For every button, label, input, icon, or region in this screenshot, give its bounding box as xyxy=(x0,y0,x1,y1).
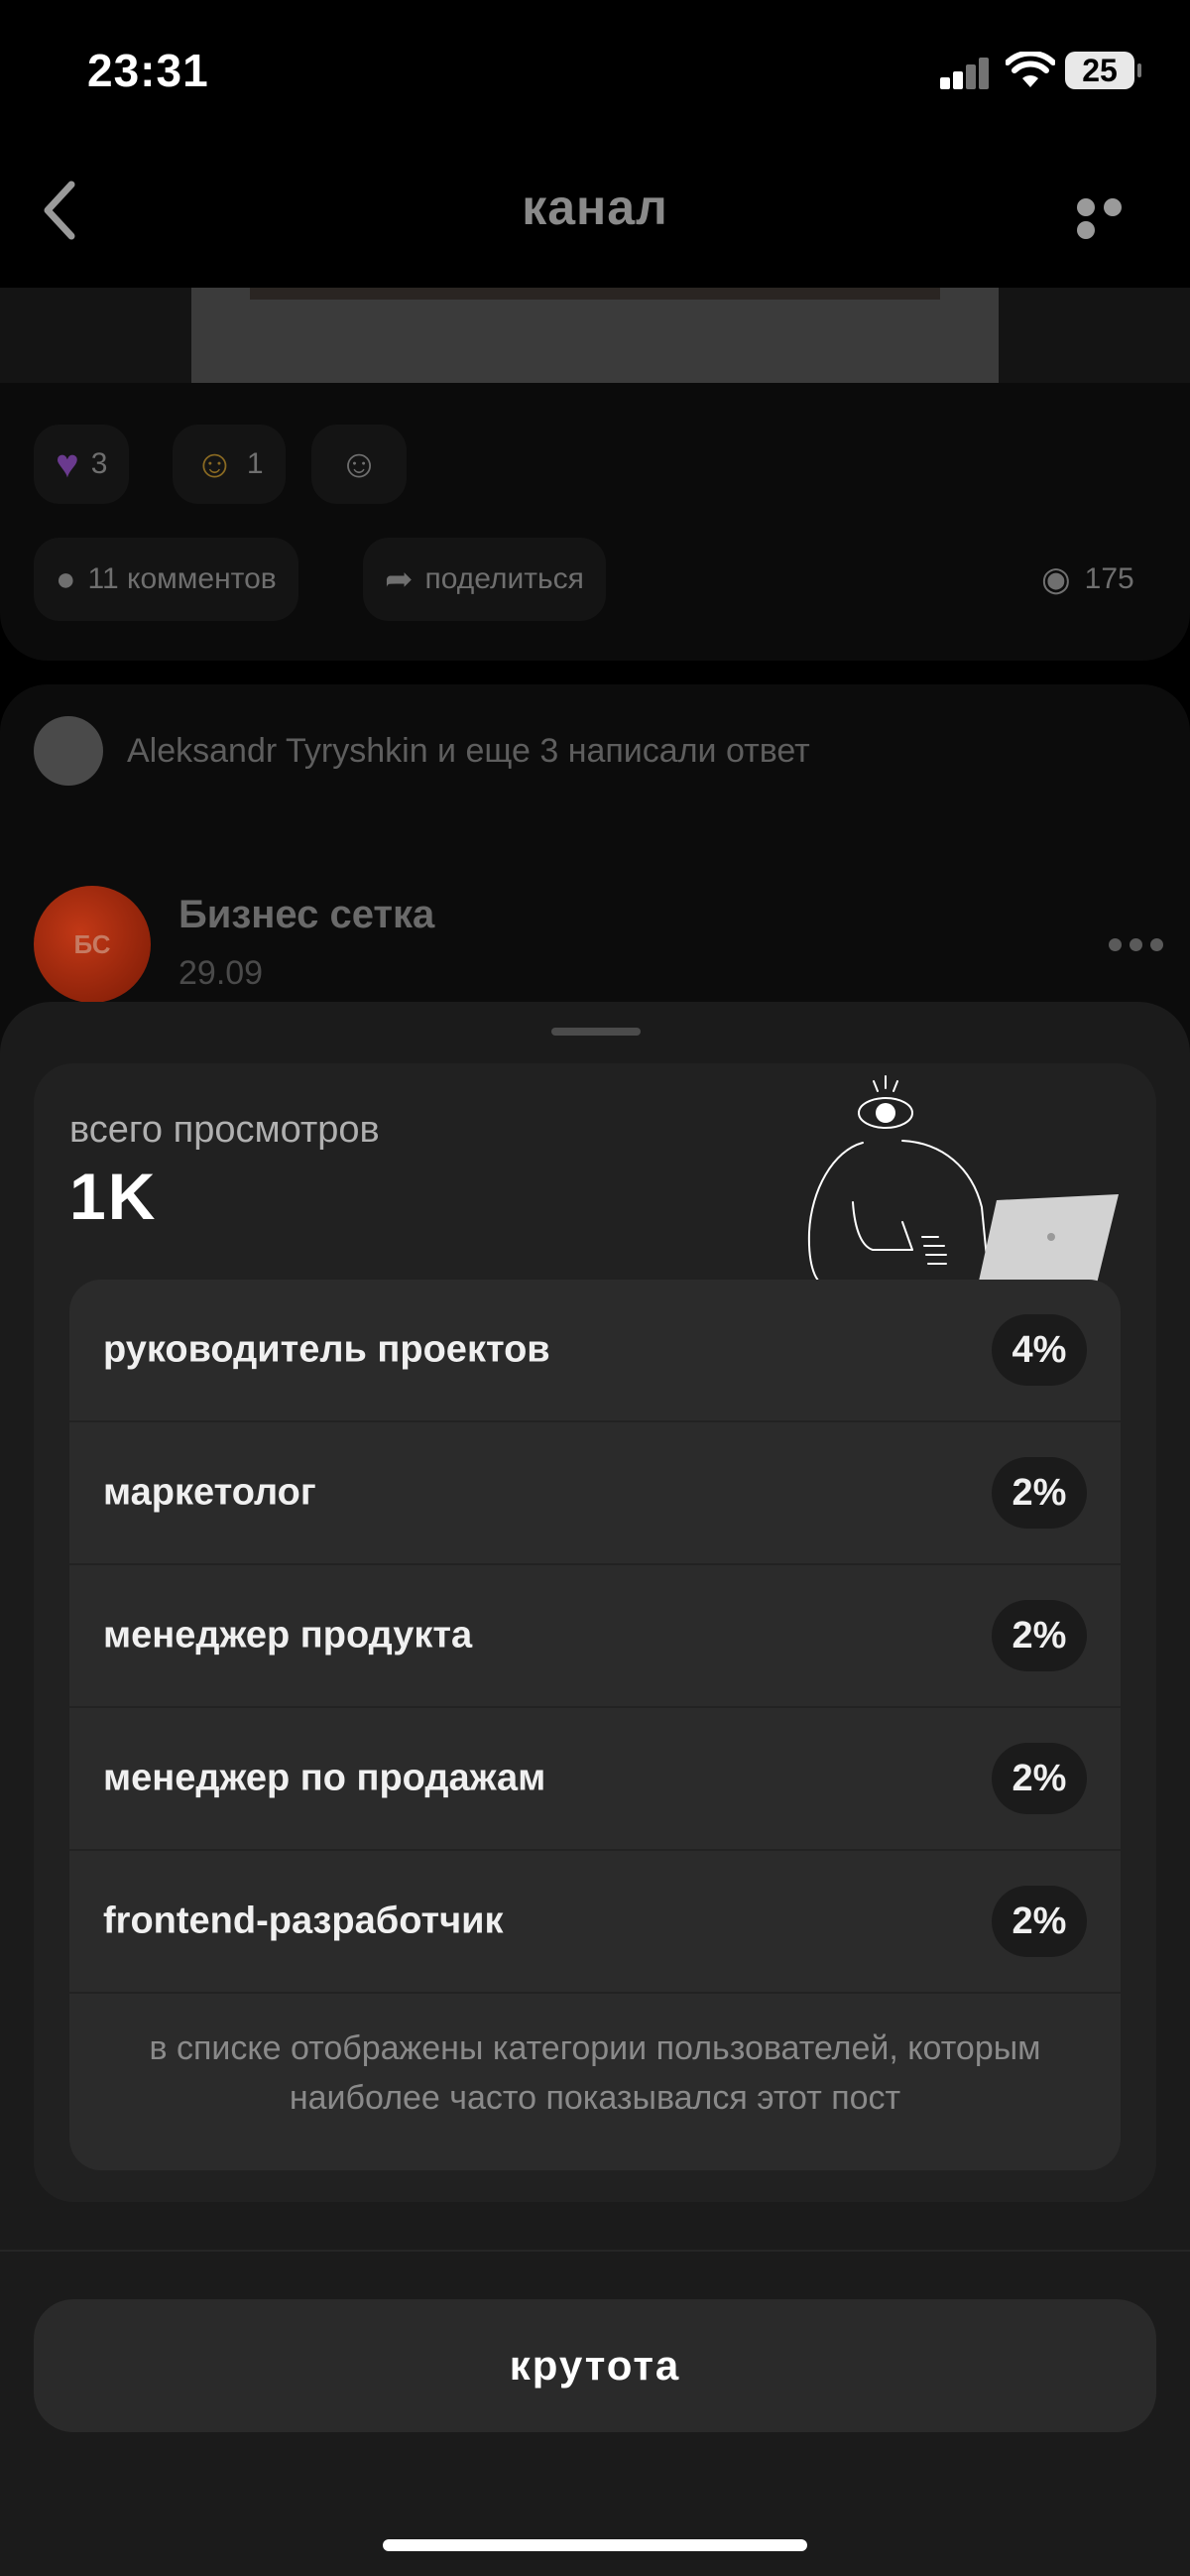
category-label: менеджер продукта xyxy=(103,1614,473,1656)
share-label: поделиться xyxy=(424,562,584,595)
total-views-value: 1K xyxy=(69,1160,158,1233)
category-label: менеджер по продажам xyxy=(103,1757,546,1799)
home-indicator[interactable] xyxy=(383,2539,807,2551)
person-laptop-illustration xyxy=(803,1073,1130,1301)
categories-note: в списке отображены категории пользовате… xyxy=(149,2029,1041,2117)
avatar xyxy=(34,716,103,786)
comments-button[interactable]: ● 11 комментов xyxy=(34,538,298,621)
views-counter: ◉ 175 xyxy=(1041,559,1134,599)
reaction-chip-heart[interactable]: ♥ 3 xyxy=(34,425,130,504)
list-item: менеджер по продажам 2% xyxy=(69,1708,1121,1851)
post-image-detail xyxy=(250,288,940,300)
post-image[interactable] xyxy=(191,288,999,383)
reaction-chip-laugh[interactable]: ☺ 1 xyxy=(173,425,286,504)
add-reaction-button[interactable]: ☺ xyxy=(311,425,407,504)
post-date: 29.09 xyxy=(178,954,264,992)
post-more-button[interactable] xyxy=(1109,938,1184,954)
status-time: 23:31 xyxy=(87,45,209,96)
share-button[interactable]: ➦ поделиться xyxy=(363,538,606,621)
reaction-count: 3 xyxy=(90,447,108,480)
category-label: маркетолог xyxy=(103,1471,316,1514)
sheet-drag-handle[interactable] xyxy=(551,1028,641,1036)
comments-label: 11 комментов xyxy=(87,562,277,595)
add-emoji-icon: ☺ xyxy=(338,441,380,486)
share-arrow-icon: ➦ xyxy=(385,560,414,598)
list-item: маркетолог 2% xyxy=(69,1422,1121,1565)
category-label: frontend-разработчик xyxy=(103,1900,504,1942)
more-options-button[interactable] xyxy=(1077,198,1156,239)
category-percent: 2% xyxy=(992,1457,1087,1529)
list-item: менеджер продукта 2% xyxy=(69,1565,1121,1708)
category-percent: 2% xyxy=(992,1886,1087,1957)
cellular-signal-icon xyxy=(940,56,990,89)
total-views-label: всего просмотров xyxy=(69,1109,380,1151)
list-item: руководитель проектов 4% xyxy=(69,1280,1121,1422)
post-author[interactable]: Бизнес сетка xyxy=(178,893,434,937)
category-percent: 2% xyxy=(992,1600,1087,1671)
channel-avatar[interactable]: БС xyxy=(34,886,151,1003)
reply-summary[interactable]: Aleksandr Tyryshkin и еще 3 написали отв… xyxy=(127,732,810,771)
list-item: frontend-разработчик 2% xyxy=(69,1851,1121,1994)
confirm-button[interactable]: крутота xyxy=(34,2299,1156,2432)
category-percent: 4% xyxy=(992,1314,1087,1386)
divider xyxy=(0,2250,1190,2252)
category-label: руководитель проектов xyxy=(103,1328,550,1371)
comment-bubble-icon: ● xyxy=(56,559,76,598)
purple-heart-icon: ♥ xyxy=(56,441,79,486)
category-percent: 2% xyxy=(992,1743,1087,1814)
battery-icon: 25 xyxy=(1065,52,1141,89)
page-title: канал xyxy=(522,180,668,235)
wifi-icon xyxy=(1005,50,1056,91)
eye-icon: ◉ xyxy=(1041,560,1071,598)
views-count: 175 xyxy=(1084,562,1134,595)
reaction-count: 1 xyxy=(246,447,264,480)
grinning-face-icon: ☺ xyxy=(194,441,235,486)
